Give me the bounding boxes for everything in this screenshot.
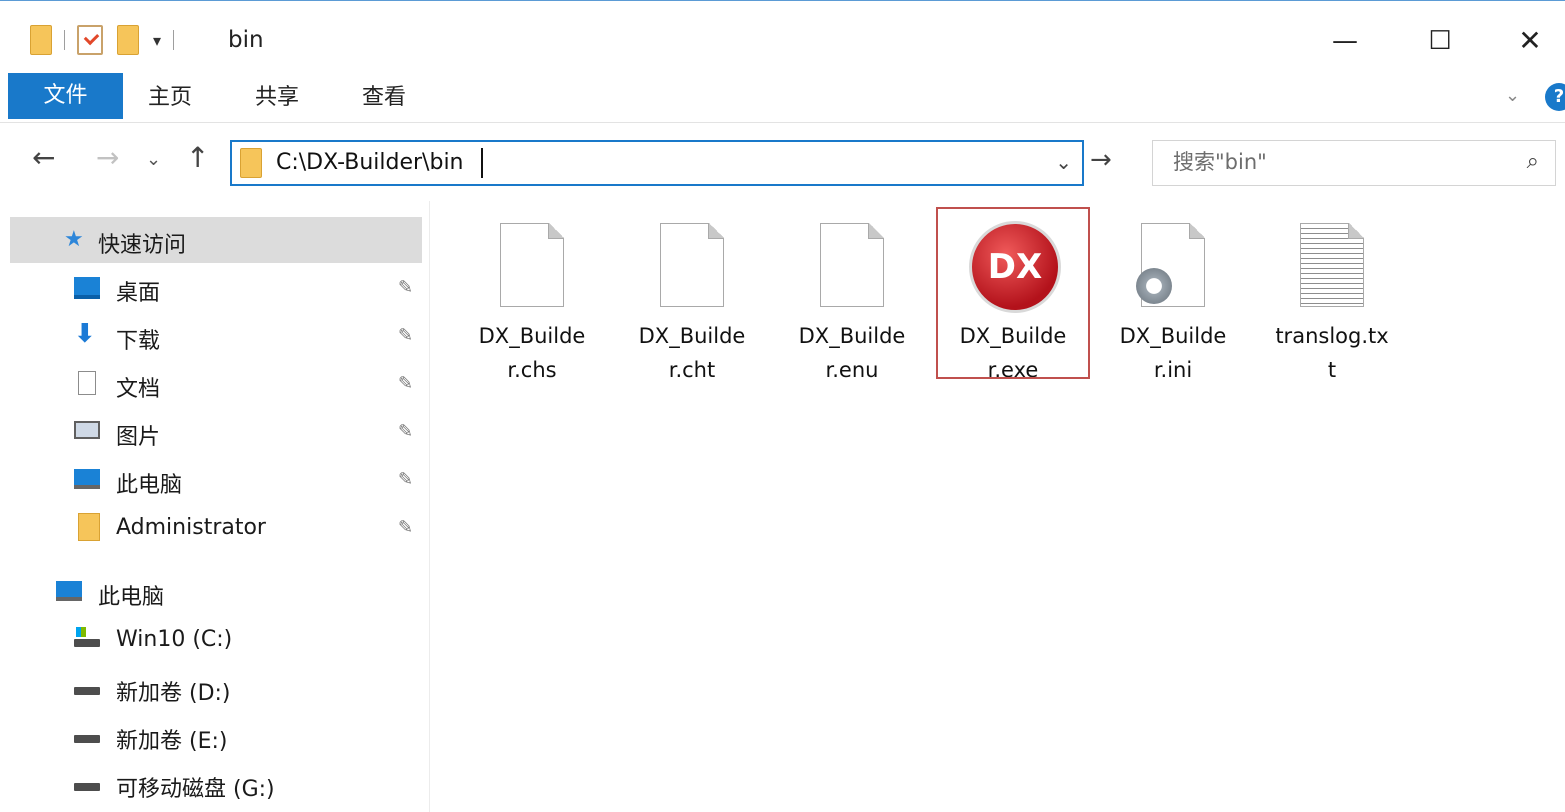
title-bar: ▾ bin — ☐ ✕ <box>0 1 1565 71</box>
file-name: DX_Builde r.ini <box>1119 324 1227 382</box>
config-file-icon <box>1136 223 1205 307</box>
folder-icon <box>240 148 262 178</box>
sidebar-item-label: 下载 <box>116 329 161 354</box>
tab-file[interactable]: 文件 <box>8 73 123 119</box>
recent-locations-icon[interactable]: ⌄ <box>146 149 161 170</box>
sidebar-item-label: 新加卷 (D:) <box>116 681 231 706</box>
minimize-button[interactable]: — <box>1320 19 1370 63</box>
sidebar-item-pictures[interactable]: 图片 ✎ <box>10 409 422 455</box>
file-name: DX_Builde r.chs <box>478 324 586 382</box>
sidebar-item-label: 此电脑 <box>116 473 183 498</box>
pictures-icon <box>74 421 100 439</box>
quick-access-toolbar: ▾ <box>30 25 186 55</box>
pin-icon[interactable]: ✎ <box>398 469 413 490</box>
pin-icon[interactable]: ✎ <box>398 277 413 298</box>
pin-icon[interactable]: ✎ <box>398 325 413 346</box>
up-button[interactable]: ↑ <box>186 141 209 174</box>
address-path[interactable]: C:\DX-Builder\bin <box>276 150 464 175</box>
computer-icon <box>74 469 100 489</box>
removable-drive-icon <box>74 783 100 791</box>
sidebar-item-downloads[interactable]: ⬇ 下载 ✎ <box>10 313 422 359</box>
search-box[interactable]: ⌕ <box>1152 140 1556 186</box>
file-name: translog.tx t <box>1275 324 1389 382</box>
forward-button[interactable]: → <box>96 141 119 174</box>
search-input[interactable] <box>1171 149 1495 175</box>
sidebar-item-documents[interactable]: 文档 ✎ <box>10 361 422 407</box>
sidebar-item-drive-d[interactable]: 新加卷 (D:) <box>10 665 422 711</box>
sidebar-item-label: Administrator <box>116 515 266 540</box>
sidebar-item-label: Win10 (C:) <box>116 627 233 652</box>
sidebar-item-quick-access[interactable]: ★ 快速访问 <box>10 217 422 263</box>
window-title: bin <box>228 27 264 53</box>
sidebar-item-drive-g[interactable]: 可移动磁盘 (G:) <box>10 761 422 807</box>
sidebar-item-label: 文档 <box>116 377 161 402</box>
expand-ribbon-icon[interactable]: ⌄ <box>1505 85 1520 106</box>
document-icon <box>820 223 884 307</box>
address-bar[interactable]: C:\DX-Builder\bin ⌄ <box>230 140 1084 186</box>
sidebar-item-desktop[interactable]: 桌面 ✎ <box>10 265 422 311</box>
highlight-box <box>936 207 1090 379</box>
file-item-dx-builder-enu[interactable]: DX_Builde r.enu <box>778 209 926 382</box>
tab-share[interactable]: 共享 <box>255 73 299 119</box>
separator <box>64 30 65 50</box>
sidebar-item-administrator[interactable]: Administrator ✎ <box>10 505 422 551</box>
navigation-pane: ★ 快速访问 桌面 ✎ ⬇ 下载 ✎ 文档 ✎ 图片 ✎ 此电脑 ✎ Admin… <box>0 201 430 812</box>
customize-toolbar-icon[interactable]: ▾ <box>153 31 161 50</box>
sidebar-item-drive-e[interactable]: 新加卷 (E:) <box>10 713 422 759</box>
back-button[interactable]: ← <box>32 141 55 174</box>
file-name: DX_Builde r.enu <box>798 324 906 382</box>
sidebar-item-label: 可移动磁盘 (G:) <box>116 777 275 802</box>
close-button[interactable]: ✕ <box>1505 19 1555 63</box>
sidebar-item-drive-c[interactable]: Win10 (C:) <box>10 617 422 663</box>
navigation-bar: ← → ⌄ ↑ C:\DX-Builder\bin ⌄ → ⌕ <box>0 123 1565 201</box>
sidebar-item-this-pc-pinned[interactable]: 此电脑 ✎ <box>10 457 422 503</box>
folder-icon <box>78 513 100 541</box>
document-icon <box>78 371 96 395</box>
file-item-dx-builder-chs[interactable]: DX_Builde r.chs <box>458 209 606 382</box>
text-cursor <box>481 148 483 178</box>
system-drive-icon <box>74 627 100 647</box>
pin-icon[interactable]: ✎ <box>398 373 413 394</box>
new-folder-icon[interactable] <box>117 25 139 55</box>
file-item-dx-builder-cht[interactable]: DX_Builde r.cht <box>618 209 766 382</box>
drive-icon <box>74 735 100 743</box>
computer-icon <box>56 581 82 601</box>
search-icon[interactable]: ⌕ <box>1527 149 1539 174</box>
star-icon: ★ <box>64 227 84 252</box>
file-list: DX_Builde r.chs DX_Builde r.cht DX_Build… <box>430 201 1565 812</box>
file-explorer-window: ▾ bin — ☐ ✕ 文件 主页 共享 查看 ⌄ ? ← → ⌄ ↑ C:\D… <box>0 0 1565 812</box>
go-button[interactable]: → <box>1090 145 1112 175</box>
sidebar-item-label: 桌面 <box>116 281 161 306</box>
document-icon <box>500 223 564 307</box>
document-icon <box>660 223 724 307</box>
folder-icon <box>30 25 52 55</box>
gear-icon <box>1136 268 1172 304</box>
properties-icon[interactable] <box>77 25 103 55</box>
file-name: DX_Builde r.cht <box>638 324 746 382</box>
text-file-icon <box>1300 223 1364 307</box>
maximize-button[interactable]: ☐ <box>1415 19 1465 63</box>
pin-icon[interactable]: ✎ <box>398 421 413 442</box>
address-dropdown-icon[interactable]: ⌄ <box>1055 150 1072 174</box>
pin-icon[interactable]: ✎ <box>398 517 413 538</box>
tab-home[interactable]: 主页 <box>148 73 192 119</box>
desktop-icon <box>74 277 100 299</box>
sidebar-item-label: 图片 <box>116 425 161 450</box>
tab-view[interactable]: 查看 <box>362 73 406 119</box>
sidebar-item-this-pc[interactable]: 此电脑 <box>10 569 422 615</box>
ribbon-tabs: 文件 主页 共享 查看 ⌄ ? <box>0 73 1565 123</box>
drive-icon <box>74 687 100 695</box>
sidebar-item-label: 新加卷 (E:) <box>116 729 228 754</box>
separator <box>173 30 175 50</box>
help-icon[interactable]: ? <box>1545 83 1565 111</box>
sidebar-item-label: 此电脑 <box>98 585 165 610</box>
file-item-translog-txt[interactable]: translog.tx t <box>1258 209 1406 382</box>
sidebar-item-label: 快速访问 <box>98 233 187 258</box>
download-icon: ⬇ <box>74 319 96 349</box>
file-item-dx-builder-ini[interactable]: DX_Builde r.ini <box>1099 209 1247 382</box>
